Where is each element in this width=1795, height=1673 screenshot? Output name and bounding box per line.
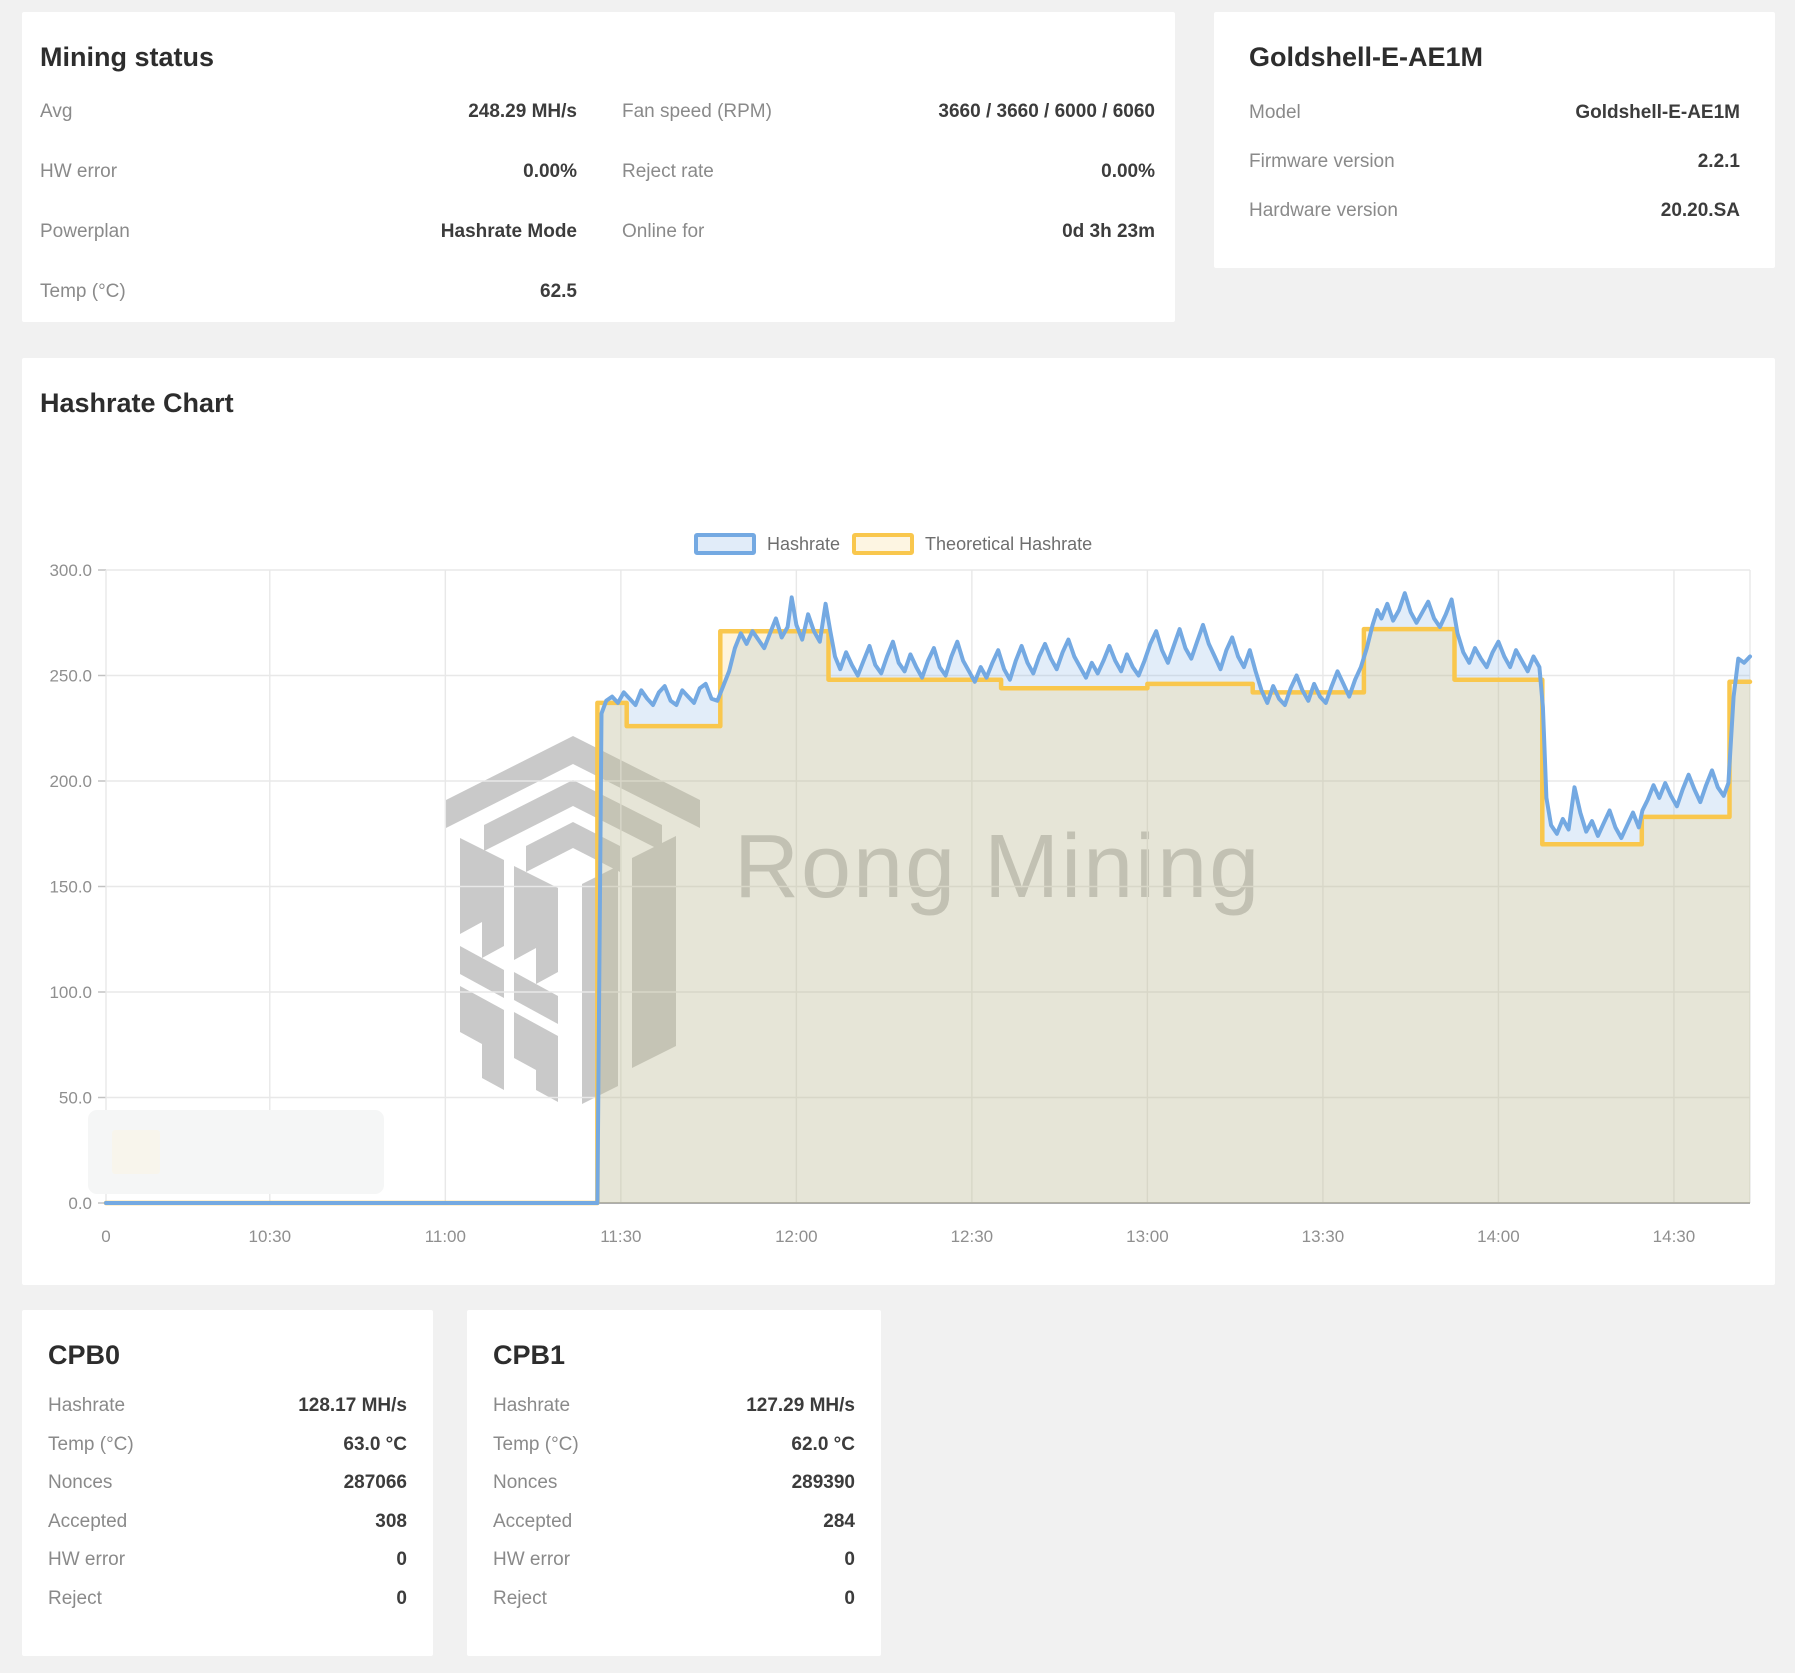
device-rows: Model Goldshell-E-AE1M Firmware version 2.2… [1249, 88, 1740, 235]
kv-value: 284 [823, 1511, 855, 1533]
kv-label: Temp (°C) [48, 1434, 134, 1456]
kv-label: Hashrate [493, 1395, 570, 1417]
kv-row: Hardware version 20.20.SA [1249, 186, 1740, 235]
y-tick-label: 300.0 [49, 561, 92, 580]
kv-row: Reject rate 0.00% [622, 142, 1155, 202]
kv-value: 62.0 °C [791, 1434, 855, 1456]
kv-value: 0.00% [1101, 161, 1155, 183]
kv-value: 248.29 MH/s [468, 101, 577, 123]
mining-status-card: Mining status Avg 248.29 MH/s HW error 0.00… [22, 12, 1175, 322]
kv-value: 0 [396, 1549, 407, 1571]
x-tick-label: 14:00 [1477, 1227, 1520, 1246]
x-tick-label: 13:00 [1126, 1227, 1169, 1246]
kv-value: Goldshell-E-AE1M [1575, 102, 1740, 124]
kv-row: Online for 0d 3h 23m [622, 202, 1155, 262]
kv-label: HW error [493, 1549, 570, 1571]
kv-label: Reject rate [622, 161, 714, 183]
device-info-card: Goldshell-E-AE1M Model Goldshell-E-AE1M Fi… [1214, 12, 1775, 268]
x-tick-label: 14:30 [1653, 1227, 1696, 1246]
kv-value: 289390 [792, 1472, 855, 1494]
x-tick-label: 13:30 [1302, 1227, 1345, 1246]
kv-row: Avg 248.29 MH/s [40, 82, 577, 142]
kv-row: Hashrate 128.17 MH/s [48, 1387, 407, 1426]
mining-status-right-column: Fan speed (RPM) 3660 / 3660 / 6000 / 6060… [622, 82, 1155, 322]
kv-value: 0 [396, 1588, 407, 1610]
kv-label: Reject [493, 1588, 547, 1610]
mining-status-left-column: Avg 248.29 MH/s HW error 0.00% Powerplan Hash… [40, 82, 577, 322]
kv-label: Accepted [48, 1511, 127, 1533]
kv-value: 2.2.1 [1698, 151, 1740, 173]
kv-label: Powerplan [40, 221, 130, 243]
kv-value: Hashrate Mode [441, 221, 577, 243]
kv-value: 63.0 °C [343, 1434, 407, 1456]
x-tick-label: 12:30 [951, 1227, 994, 1246]
kv-value: 62.5 [540, 281, 577, 303]
kv-label: Model [1249, 102, 1301, 124]
kv-row: Reject 0 [48, 1580, 407, 1619]
kv-row: Nonces 287066 [48, 1464, 407, 1503]
kv-label: Reject [48, 1588, 102, 1610]
x-tick-label: 0 [101, 1227, 110, 1246]
x-tick-label: 10:30 [249, 1227, 292, 1246]
x-tick-label: 11:30 [600, 1227, 641, 1246]
cpb1-title: CPB1 [493, 1310, 855, 1370]
kv-label: Hardware version [1249, 200, 1398, 222]
y-tick-label: 100.0 [49, 983, 92, 1002]
kv-value: 0d 3h 23m [1062, 221, 1155, 243]
cpb0-title: CPB0 [48, 1310, 407, 1370]
y-tick-label: 50.0 [59, 1089, 92, 1108]
kv-value: 3660 / 3660 / 6000 / 6060 [938, 101, 1155, 123]
kv-row: Accepted 308 [48, 1503, 407, 1542]
kv-value: 0.00% [523, 161, 577, 183]
kv-label: Firmware version [1249, 151, 1395, 173]
y-tick-label: 0.0 [68, 1194, 92, 1213]
kv-row: Temp (°C) 63.0 °C [48, 1426, 407, 1465]
kv-label: Avg [40, 101, 72, 123]
kv-row: HW error 0 [48, 1541, 407, 1580]
x-tick-label: 12:00 [775, 1227, 818, 1246]
kv-label: Fan speed (RPM) [622, 101, 772, 123]
ghost-tooltip-swatch [112, 1130, 160, 1174]
y-tick-label: 200.0 [49, 772, 92, 791]
kv-label: HW error [40, 161, 117, 183]
kv-value: 20.20.SA [1661, 200, 1740, 222]
kv-value: 128.17 MH/s [298, 1395, 407, 1417]
kv-value: 127.29 MH/s [746, 1395, 855, 1417]
kv-value: 308 [375, 1511, 407, 1533]
mining-status-title: Mining status [40, 12, 1155, 72]
kv-label: Nonces [48, 1472, 112, 1494]
kv-row: Hashrate 127.29 MH/s [493, 1387, 855, 1426]
y-tick-label: 150.0 [49, 878, 92, 897]
kv-row: Nonces 289390 [493, 1464, 855, 1503]
kv-row: Temp (°C) 62.0 °C [493, 1426, 855, 1465]
kv-row: Temp (°C) 62.5 [40, 262, 577, 322]
kv-label: Online for [622, 221, 704, 243]
cpb1-card: CPB1 Hashrate 127.29 MH/s Temp (°C) 62.0 °C… [467, 1310, 881, 1656]
device-title: Goldshell-E-AE1M [1249, 12, 1740, 72]
kv-value: 0 [844, 1588, 855, 1610]
cpb0-card: CPB0 Hashrate 128.17 MH/s Temp (°C) 63.0 °C… [22, 1310, 433, 1656]
kv-row: Model Goldshell-E-AE1M [1249, 88, 1740, 137]
kv-label: Temp (°C) [493, 1434, 579, 1456]
kv-row: HW error 0 [493, 1541, 855, 1580]
kv-value: 287066 [344, 1472, 407, 1494]
kv-label: Nonces [493, 1472, 557, 1494]
kv-row: Firmware version 2.2.1 [1249, 137, 1740, 186]
cpb1-rows: Hashrate 127.29 MH/s Temp (°C) 62.0 °C Nonce… [493, 1387, 855, 1618]
kv-row: Reject 0 [493, 1580, 855, 1619]
kv-row: Accepted 284 [493, 1503, 855, 1542]
kv-row: HW error 0.00% [40, 142, 577, 202]
ghost-tooltip-box [88, 1110, 384, 1194]
cpb0-rows: Hashrate 128.17 MH/s Temp (°C) 63.0 °C Nonce… [48, 1387, 407, 1618]
x-tick-label: 11:00 [425, 1227, 466, 1246]
kv-label: Temp (°C) [40, 281, 126, 303]
kv-label: Accepted [493, 1511, 572, 1533]
kv-label: HW error [48, 1549, 125, 1571]
kv-row: Fan speed (RPM) 3660 / 3660 / 6000 / 6060 [622, 82, 1155, 142]
kv-label: Hashrate [48, 1395, 125, 1417]
kv-row: Powerplan Hashrate Mode [40, 202, 577, 262]
kv-value: 0 [844, 1549, 855, 1571]
y-tick-label: 250.0 [49, 667, 92, 686]
hashrate-chart-card: Hashrate Chart Rong Mining [22, 358, 1775, 1285]
